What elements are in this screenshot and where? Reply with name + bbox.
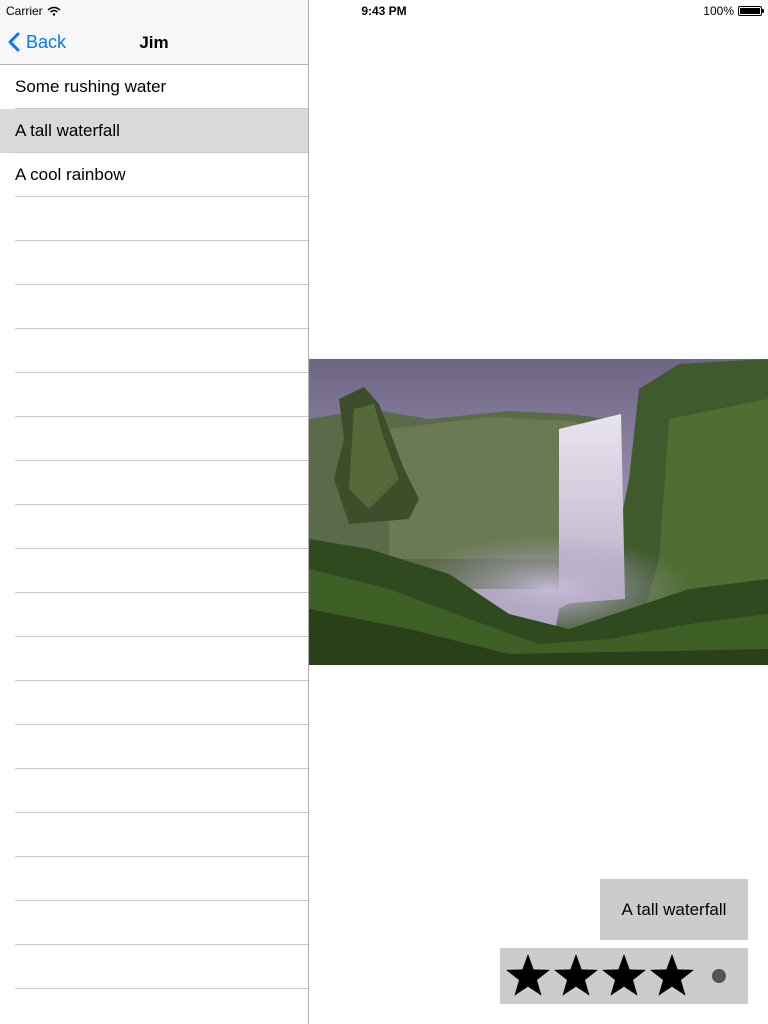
filled-star-icon[interactable] xyxy=(600,952,648,1000)
empty-list-row xyxy=(0,285,308,329)
list-item[interactable]: A tall waterfall xyxy=(0,109,308,153)
waterfall-photo xyxy=(309,359,768,665)
battery-percent: 100% xyxy=(703,4,734,18)
battery-icon xyxy=(738,6,764,16)
empty-list-row xyxy=(0,373,308,417)
battery-indicator: 100% xyxy=(703,4,764,18)
caption-label: A tall waterfall xyxy=(600,879,748,940)
list-item[interactable]: Some rushing water xyxy=(0,65,308,109)
empty-list-row xyxy=(0,417,308,461)
clock: 9:43 PM xyxy=(361,4,407,18)
empty-list-row xyxy=(0,549,308,593)
empty-list-row xyxy=(0,901,308,945)
list-item[interactable]: A cool rainbow xyxy=(0,153,308,197)
master-pane: Back Jim Some rushing water A tall waterf… xyxy=(0,0,308,1024)
empty-list-row xyxy=(0,329,308,373)
empty-list-row xyxy=(0,857,308,901)
filled-star-icon[interactable] xyxy=(648,952,696,1000)
empty-list-row xyxy=(0,769,308,813)
detail-pane: A tall waterfall xyxy=(309,0,768,1024)
empty-list-row xyxy=(0,989,308,1024)
empty-list-row xyxy=(0,593,308,637)
status-bar: Carrier 9:43 PM 100% xyxy=(0,0,768,20)
filled-star-icon[interactable] xyxy=(552,952,600,1000)
empty-list-row xyxy=(0,725,308,769)
empty-list-row xyxy=(0,945,308,989)
photo-list: Some rushing water A tall waterfall A cool… xyxy=(0,65,308,1024)
filled-star-icon[interactable] xyxy=(504,952,552,1000)
empty-list-row xyxy=(0,813,308,857)
empty-list-row xyxy=(0,461,308,505)
list-item-label: A tall waterfall xyxy=(15,121,120,140)
empty-star-icon[interactable] xyxy=(712,969,726,983)
empty-list-row xyxy=(0,505,308,549)
star-rating-control[interactable] xyxy=(500,948,748,1004)
empty-list-row xyxy=(0,241,308,285)
empty-list-row xyxy=(0,637,308,681)
list-item-label: A cool rainbow xyxy=(15,165,126,184)
waterfall-image xyxy=(309,359,768,665)
nav-title: Jim xyxy=(139,33,169,52)
list-item-label: Some rushing water xyxy=(15,77,167,96)
empty-list-row xyxy=(0,681,308,725)
empty-list-row xyxy=(0,197,308,241)
